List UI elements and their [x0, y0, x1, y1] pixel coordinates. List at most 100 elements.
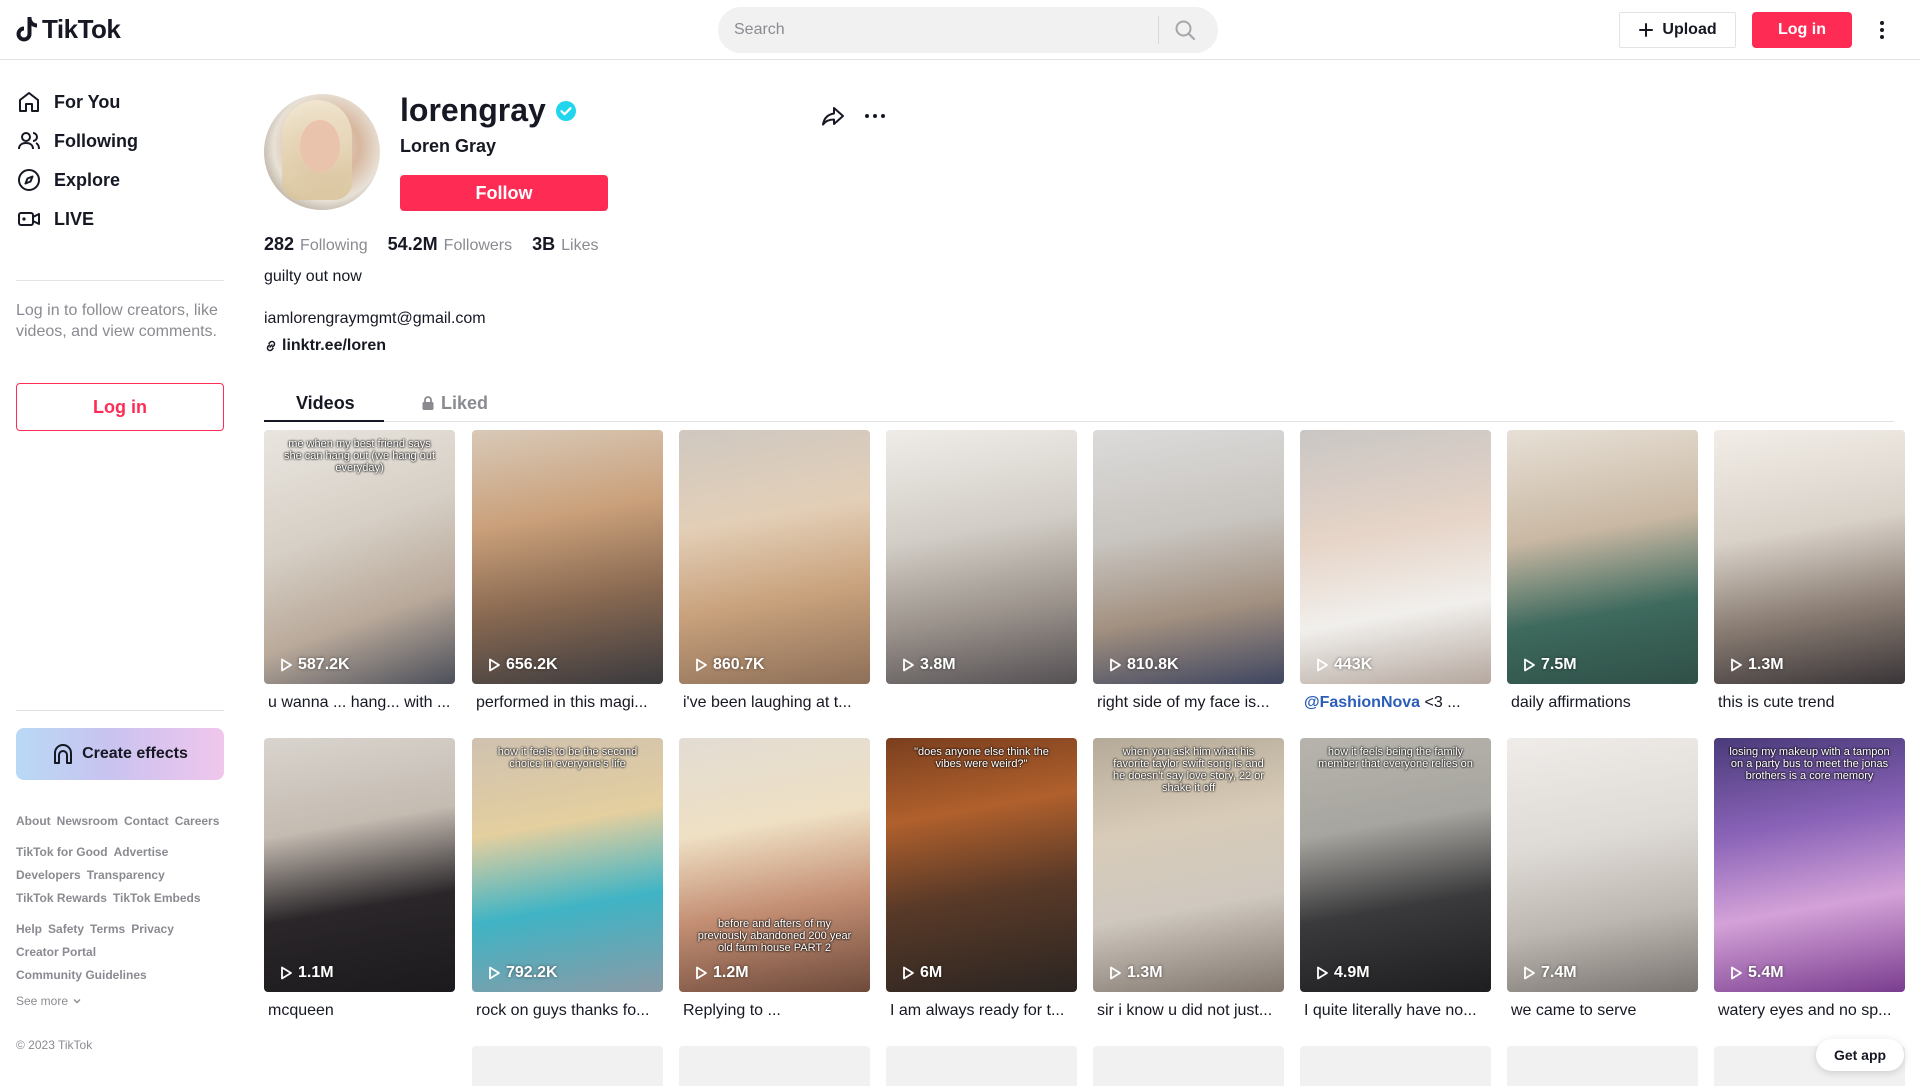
video-card[interactable]: me when my best friend says she can hang…	[264, 430, 455, 716]
video-thumbnail[interactable]: 7.5M	[1507, 430, 1698, 684]
video-thumbnail[interactable]: how it feels to be the second choice in …	[472, 738, 663, 992]
video-thumbnail[interactable]: 3.8M	[886, 430, 1077, 684]
view-count-text: 860.7K	[713, 656, 765, 673]
video-caption[interactable]: u wanna ... hang... with ...	[264, 694, 455, 716]
view-count: 443K	[1314, 656, 1372, 674]
footer-link[interactable]: About	[16, 814, 51, 828]
video-caption[interactable]: I am always ready for t...	[886, 1002, 1077, 1024]
logo-text: TikTok	[42, 14, 121, 44]
video-card[interactable]: before and afters of my previously aband…	[679, 738, 870, 1024]
upload-button[interactable]: Upload	[1619, 12, 1736, 48]
search-button[interactable]	[1159, 7, 1211, 53]
caption-mention[interactable]: @FashionNova	[1304, 694, 1420, 711]
thumbnail-overlay-text: "does anyone else think the vibes were w…	[914, 746, 1049, 770]
footer-link[interactable]: Community Guidelines	[16, 968, 147, 982]
search-input[interactable]	[718, 7, 1158, 53]
see-more-button[interactable]: See more	[16, 994, 82, 1008]
follow-button[interactable]: Follow	[400, 175, 608, 211]
header-login-button[interactable]: Log in	[1752, 12, 1852, 48]
view-count-text: 3.8M	[920, 656, 956, 673]
video-thumbnail[interactable]: 810.8K	[1093, 430, 1284, 684]
video-card[interactable]: "does anyone else think the vibes were w…	[886, 738, 1077, 1024]
video-thumbnail[interactable]: losing my makeup with a tampon on a part…	[1714, 738, 1905, 992]
video-card[interactable]: how it feels to be the second choice in …	[472, 738, 663, 1024]
more-menu-button[interactable]	[1872, 16, 1892, 44]
footer-link[interactable]: Creator Portal	[16, 945, 96, 959]
lock-icon	[422, 396, 434, 410]
video-thumbnail[interactable]: how it feels being the family member tha…	[1300, 738, 1491, 992]
video-caption[interactable]	[886, 694, 1077, 716]
video-card[interactable]: 3.8M	[886, 430, 1077, 716]
video-caption[interactable]: I quite literally have no...	[1300, 1002, 1491, 1024]
tiktok-logo[interactable]: TikTok	[16, 14, 121, 45]
video-thumbnail[interactable]: 1.1M	[264, 738, 455, 992]
video-caption[interactable]: we came to serve	[1507, 1002, 1698, 1024]
video-thumbnail[interactable]: 1.3M	[1714, 430, 1905, 684]
profile-more-button[interactable]	[862, 103, 888, 134]
video-caption[interactable]: right side of my face is...	[1093, 694, 1284, 716]
footer-link[interactable]: Developers	[16, 868, 81, 882]
footer-link[interactable]: Careers	[175, 814, 220, 828]
footer-link[interactable]: TikTok Embeds	[113, 891, 201, 905]
video-caption[interactable]: this is cute trend	[1714, 694, 1905, 716]
footer-link[interactable]: Safety	[48, 922, 84, 936]
tab-liked[interactable]: Liked	[421, 384, 488, 422]
video-thumbnail[interactable]: "does anyone else think the vibes were w…	[886, 738, 1077, 992]
create-effects-button[interactable]: Create effects	[16, 728, 224, 780]
video-caption[interactable]: rock on guys thanks fo...	[472, 1002, 663, 1024]
view-count-text: 5.4M	[1748, 964, 1784, 981]
video-caption[interactable]: performed in this magi...	[472, 694, 663, 716]
video-card[interactable]: how it feels being the family member tha…	[1300, 738, 1491, 1024]
video-caption[interactable]: Replying to ...	[679, 1002, 870, 1024]
video-thumbnail[interactable]: 443K	[1300, 430, 1491, 684]
footer-link[interactable]: TikTok for Good	[16, 845, 108, 859]
video-card[interactable]: 1.1M mcqueen	[264, 738, 455, 1024]
footer-link[interactable]: Privacy	[131, 922, 174, 936]
video-thumbnail[interactable]: 656.2K	[472, 430, 663, 684]
profile-link[interactable]: linktr.ee/loren	[264, 337, 386, 355]
video-caption[interactable]: watery eyes and no sp...	[1714, 1002, 1905, 1024]
video-card-placeholder	[472, 1046, 663, 1086]
stat-followers[interactable]: 54.2M Followers	[388, 234, 513, 255]
username-text: lorengray	[400, 92, 546, 128]
video-thumbnail[interactable]: me when my best friend says she can hang…	[264, 430, 455, 684]
video-thumbnail[interactable]: when you ask him what his favorite taylo…	[1093, 738, 1284, 992]
effects-house-icon	[54, 744, 73, 764]
sidebar-item-live[interactable]: LIVE	[16, 199, 94, 239]
share-button[interactable]	[820, 103, 846, 134]
video-card[interactable]: losing my makeup with a tampon on a part…	[1714, 738, 1905, 1024]
video-caption[interactable]: sir i know u did not just...	[1093, 1002, 1284, 1024]
thumbnail-overlay-text: how it feels being the family member tha…	[1318, 746, 1473, 770]
video-thumbnail[interactable]: 7.4M	[1507, 738, 1698, 992]
footer-link[interactable]: Newsroom	[57, 814, 118, 828]
tab-videos[interactable]: Videos	[296, 384, 355, 422]
footer-link[interactable]: Help	[16, 922, 42, 936]
video-card[interactable]: 860.7K i've been laughing at t...	[679, 430, 870, 716]
sidebar-login-button[interactable]: Log in	[16, 383, 224, 431]
sidebar-item-following[interactable]: Following	[16, 121, 138, 161]
footer-link[interactable]: Transparency	[87, 868, 165, 882]
video-card[interactable]: 656.2K performed in this magi...	[472, 430, 663, 716]
footer-link[interactable]: TikTok Rewards	[16, 891, 107, 905]
video-card[interactable]: 443K @FashionNova <3 ...	[1300, 430, 1491, 716]
sidebar-item-explore[interactable]: Explore	[16, 160, 120, 200]
search-bar[interactable]	[718, 7, 1218, 53]
video-card[interactable]: 1.3M this is cute trend	[1714, 430, 1905, 716]
sidebar-item-for-you[interactable]: For You	[16, 82, 120, 122]
footer-link[interactable]: Contact	[124, 814, 169, 828]
video-card-placeholder	[679, 1046, 870, 1086]
footer-link[interactable]: Advertise	[114, 845, 169, 859]
footer-link[interactable]: Terms	[90, 922, 125, 936]
stat-following[interactable]: 282 Following	[264, 234, 368, 255]
video-card[interactable]: when you ask him what his favorite taylo…	[1093, 738, 1284, 1024]
video-caption[interactable]: mcqueen	[264, 1002, 455, 1024]
video-caption[interactable]: daily affirmations	[1507, 694, 1698, 716]
get-app-button[interactable]: Get app	[1816, 1039, 1904, 1071]
video-thumbnail[interactable]: before and afters of my previously aband…	[679, 738, 870, 992]
video-caption[interactable]: i've been laughing at t...	[679, 694, 870, 716]
video-thumbnail[interactable]: 860.7K	[679, 430, 870, 684]
video-caption[interactable]: @FashionNova <3 ...	[1300, 694, 1491, 716]
video-card[interactable]: 7.4M we came to serve	[1507, 738, 1698, 1024]
video-card[interactable]: 7.5M daily affirmations	[1507, 430, 1698, 716]
video-card[interactable]: 810.8K right side of my face is...	[1093, 430, 1284, 716]
